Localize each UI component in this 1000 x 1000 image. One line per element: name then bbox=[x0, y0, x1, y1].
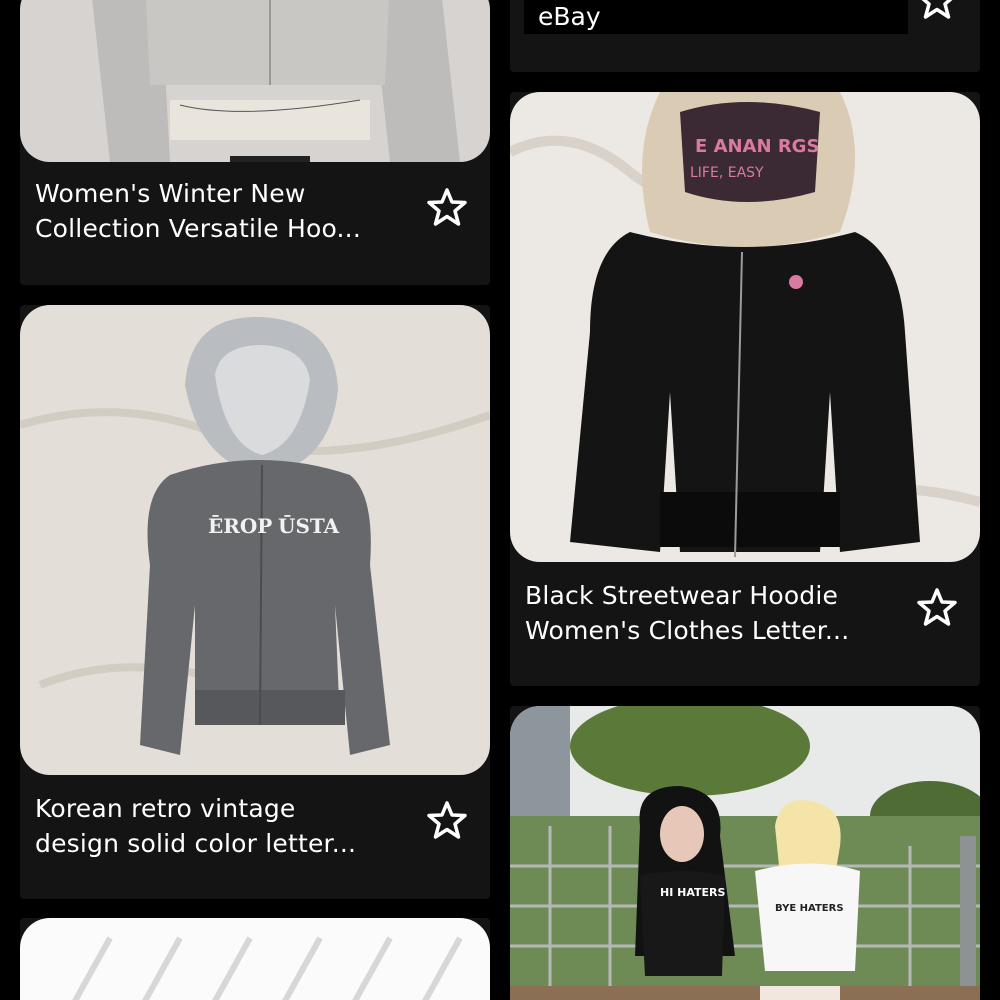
star-outline-icon[interactable] bbox=[917, 0, 957, 20]
patterned-product-photo bbox=[20, 918, 490, 1000]
grey-zip-hoodie-photo bbox=[20, 0, 490, 162]
svg-text:E ANAN RGS: E ANAN RGS bbox=[695, 136, 819, 157]
svg-text:LIFE, EASY: LIFE, EASY bbox=[690, 165, 764, 181]
pin-image-grey-hoodie[interactable]: ĒROP ŪSTA bbox=[20, 305, 490, 775]
pin-title-line1[interactable]: Women's Winter New bbox=[35, 176, 305, 211]
pin-feed: Women's Winter New Collection Versatile … bbox=[0, 0, 1000, 1000]
pin-title-line2[interactable]: Women's Clothes Letter... bbox=[525, 613, 849, 648]
pin-source-label: eBay bbox=[524, 0, 908, 34]
pin-title-line1[interactable]: Korean retro vintage bbox=[35, 791, 296, 826]
pin-card-korean-hoodie[interactable]: ĒROP ŪSTA Korean retro vintage design so… bbox=[20, 305, 490, 899]
pin-title-line1[interactable]: Black Streetwear Hoodie bbox=[525, 578, 838, 613]
star-outline-icon[interactable] bbox=[427, 800, 467, 840]
pin-image-outdoor[interactable]: HI HATERS BYE HATERS bbox=[510, 706, 980, 1000]
pin-card-black-hoodie[interactable]: E ANAN RGS LIFE, EASY Black Streetwear H… bbox=[510, 92, 980, 686]
two-women-outdoor-photo: HI HATERS BYE HATERS bbox=[510, 706, 980, 1000]
shirt-text-right: BYE HATERS bbox=[775, 903, 844, 914]
star-outline-icon[interactable] bbox=[427, 187, 467, 227]
pin-card-patterned[interactable] bbox=[20, 918, 490, 1000]
pin-title-line2[interactable]: Collection Versatile Hoo... bbox=[35, 211, 361, 246]
star-outline-icon[interactable] bbox=[917, 587, 957, 627]
black-fur-hood-hoodie-photo: E ANAN RGS LIFE, EASY bbox=[510, 92, 980, 562]
svg-text:ĒROP: ĒROP bbox=[208, 514, 272, 538]
pin-title-line2[interactable]: design solid color letter... bbox=[35, 826, 356, 861]
pin-image-grey-zip-hoodie[interactable] bbox=[20, 0, 490, 162]
pin-image-black-hoodie[interactable]: E ANAN RGS LIFE, EASY bbox=[510, 92, 980, 562]
grey-fur-hood-hoodie-photo: ĒROP ŪSTA bbox=[20, 305, 490, 775]
pin-card-outdoor-photo[interactable]: HI HATERS BYE HATERS bbox=[510, 706, 980, 1000]
pin-image-patterned[interactable] bbox=[20, 918, 490, 1000]
svg-text:ŪSTA: ŪSTA bbox=[278, 514, 340, 538]
pin-card-winter-hoodie[interactable]: Women's Winter New Collection Versatile … bbox=[20, 0, 490, 285]
pin-card-ebay[interactable]: eBay bbox=[510, 0, 980, 72]
shirt-text-left: HI HATERS bbox=[660, 886, 725, 899]
